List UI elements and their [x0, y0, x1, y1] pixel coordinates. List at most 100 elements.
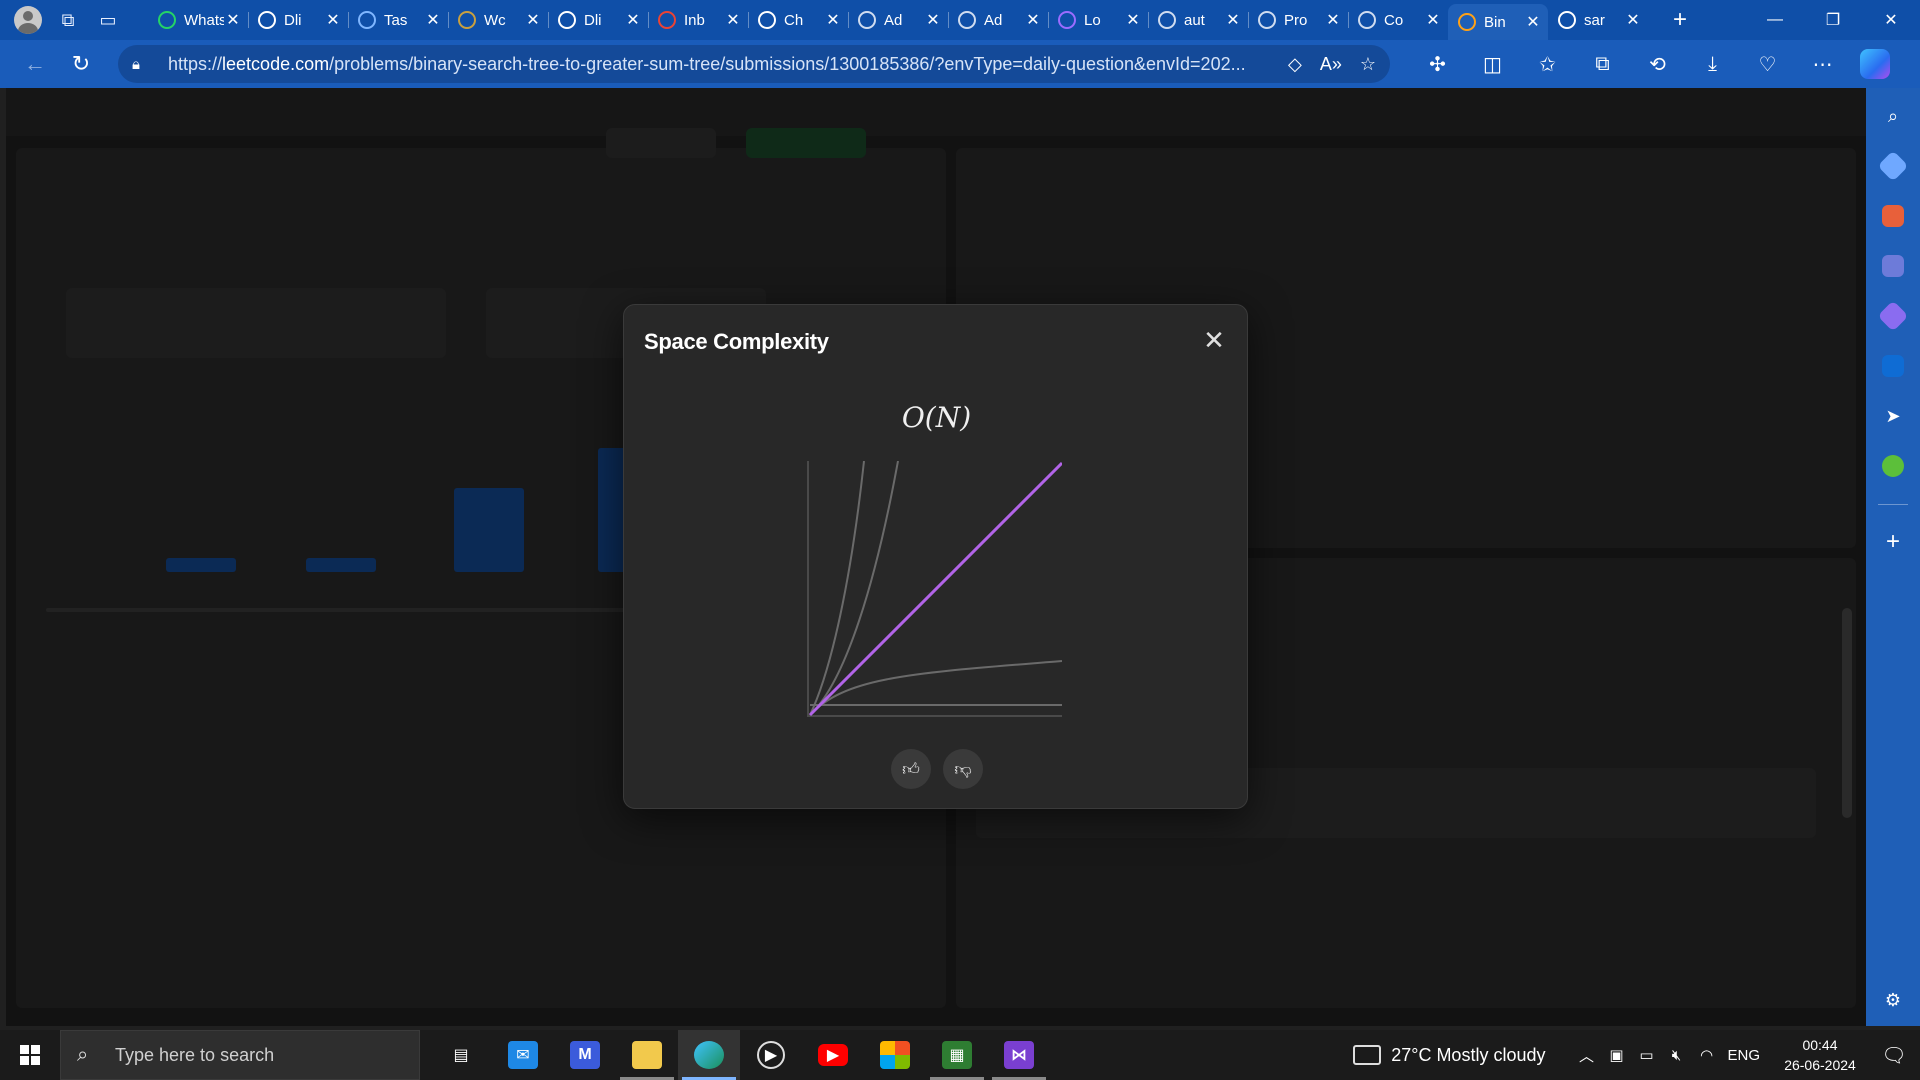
copilot-icon[interactable]: [1860, 49, 1890, 79]
task-view-icon[interactable]: ▤: [430, 1030, 492, 1080]
workspaces-icon[interactable]: ⧉: [48, 0, 88, 40]
split-screen-icon[interactable]: ◫: [1465, 44, 1520, 84]
close-window-button[interactable]: ✕: [1862, 0, 1920, 40]
close-icon[interactable]: ✕: [1024, 10, 1042, 30]
browser-tab[interactable]: Co ✕: [1348, 4, 1448, 36]
visual-studio-icon[interactable]: ⋈: [988, 1030, 1050, 1080]
browser-tab[interactable]: Ch ✕: [748, 4, 848, 36]
wifi-icon[interactable]: ◠: [1691, 1046, 1721, 1064]
close-icon[interactable]: ✕: [224, 10, 242, 30]
sidebar-tools-icon[interactable]: [1866, 196, 1920, 236]
browser-tab[interactable]: Dli ✕: [248, 4, 348, 36]
microsoft-store-icon[interactable]: [864, 1030, 926, 1080]
profile-button[interactable]: [8, 0, 48, 40]
extensions-icon[interactable]: ✣: [1410, 44, 1465, 84]
coupon-icon[interactable]: ◇: [1288, 54, 1302, 75]
sidebar-games-icon[interactable]: [1866, 246, 1920, 286]
close-icon[interactable]: ✕: [1224, 10, 1242, 30]
browser-tab[interactable]: aut ✕: [1148, 4, 1248, 36]
windows-logo-icon: [20, 1045, 40, 1065]
window-controls: — ❐ ✕: [1746, 0, 1920, 40]
read-aloud-icon[interactable]: A»: [1320, 54, 1342, 75]
new-tab-button[interactable]: +: [1658, 0, 1702, 40]
m-app-icon[interactable]: M: [554, 1030, 616, 1080]
battery-icon[interactable]: ▭: [1631, 1046, 1661, 1064]
performance-icon[interactable]: ♡: [1740, 44, 1795, 84]
minimize-button[interactable]: —: [1746, 0, 1804, 40]
close-icon[interactable]: ✕: [1624, 10, 1642, 30]
favorite-star-icon[interactable]: ☆: [1360, 54, 1376, 75]
youtube-icon[interactable]: ▶: [802, 1030, 864, 1080]
mail-app-icon[interactable]: ✉: [492, 1030, 554, 1080]
collections-icon[interactable]: ⧉: [1575, 44, 1630, 84]
back-button[interactable]: ←: [12, 44, 58, 84]
close-icon[interactable]: ✕: [824, 10, 842, 30]
file-explorer-icon[interactable]: [616, 1030, 678, 1080]
thumbs-down-icon[interactable]: 👎︎: [943, 749, 983, 789]
input-language[interactable]: ENG: [1727, 1047, 1760, 1064]
browser-tab[interactable]: Ad ✕: [948, 4, 1048, 36]
close-icon[interactable]: ✕: [924, 10, 942, 30]
address-bar[interactable]: 🔒︎ https://leetcode.com/problems/binary-…: [118, 45, 1390, 83]
browser-tab[interactable]: Wc ✕: [448, 4, 548, 36]
close-icon[interactable]: ✕: [724, 10, 742, 30]
more-menu-icon[interactable]: ⋯: [1795, 44, 1850, 84]
downloads-icon[interactable]: ⤓: [1685, 44, 1740, 84]
favorites-icon[interactable]: ✩: [1520, 44, 1575, 84]
browser-tab[interactable]: Bin ✕: [1448, 4, 1548, 40]
tab-title: Dli: [584, 11, 602, 29]
refresh-button[interactable]: ↻: [58, 44, 104, 84]
link-icon: [358, 11, 376, 29]
close-icon[interactable]: ✕: [1324, 10, 1342, 30]
start-button[interactable]: [0, 1030, 60, 1080]
sidebar-send-icon[interactable]: ➤: [1866, 396, 1920, 436]
browser-tab[interactable]: Lo ✕: [1048, 4, 1148, 36]
sidebar-outlook-icon[interactable]: [1866, 346, 1920, 386]
clock[interactable]: 00:44 26-06-2024: [1772, 1035, 1868, 1075]
close-icon[interactable]: ✕: [524, 10, 542, 30]
meet-now-icon[interactable]: ▣: [1601, 1046, 1631, 1064]
tab-title: Bin: [1484, 13, 1506, 31]
sidebar-search-icon[interactable]: ⌕: [1866, 96, 1920, 136]
notifications-icon[interactable]: 🗨︎: [1868, 1030, 1920, 1080]
tab-actions-icon[interactable]: ▭: [88, 0, 128, 40]
media-player-icon[interactable]: ▶: [740, 1030, 802, 1080]
volume-muted-icon[interactable]: 🔇︎: [1661, 1047, 1691, 1064]
sidebar-copilot-icon[interactable]: [1866, 296, 1920, 336]
sidebar-shopping-icon[interactable]: [1866, 146, 1920, 186]
close-icon[interactable]: ✕: [1124, 10, 1142, 30]
tray-overflow-chevron-icon[interactable]: ︿: [1571, 1045, 1601, 1066]
close-icon[interactable]: ✕: [1199, 325, 1229, 355]
browser-tab[interactable]: Inb ✕: [648, 4, 748, 36]
document-icon: [1158, 11, 1176, 29]
taskbar-search-box[interactable]: ⌕ Type here to search: [60, 1030, 420, 1080]
browser-toolbar: ← ↻ 🔒︎ https://leetcode.com/problems/bin…: [0, 40, 1920, 88]
sidebar-add-icon[interactable]: +: [1866, 522, 1920, 562]
close-icon[interactable]: ✕: [1524, 12, 1542, 32]
weather-widget[interactable]: 27°C Mostly cloudy: [1353, 1045, 1545, 1066]
sidebar-settings-icon[interactable]: ⚙: [1866, 980, 1920, 1020]
browser-tab[interactable]: Pro ✕: [1248, 4, 1348, 36]
thumbs-up-icon[interactable]: 👍︎: [891, 749, 931, 789]
tab-title: Dli: [284, 11, 302, 29]
sidebar-tree-icon[interactable]: [1866, 446, 1920, 486]
browser-tab[interactable]: Tas ✕: [348, 4, 448, 36]
system-tray: 27°C Mostly cloudy ︿ ▣ ▭ 🔇︎ ◠ ENG 00:44 …: [1353, 1030, 1920, 1080]
weather-icon: [1353, 1045, 1382, 1065]
tab-title: Ad: [884, 11, 903, 29]
spreadsheet-app-icon[interactable]: ▦: [926, 1030, 988, 1080]
edge-browser-icon[interactable]: [678, 1030, 740, 1080]
close-icon[interactable]: ✕: [424, 10, 442, 30]
browser-tab[interactable]: sar ✕: [1548, 4, 1648, 36]
close-icon[interactable]: ✕: [1424, 10, 1442, 30]
close-icon[interactable]: ✕: [324, 10, 342, 30]
github-icon: [558, 11, 576, 29]
close-icon[interactable]: ✕: [624, 10, 642, 30]
github-icon: [1558, 11, 1576, 29]
browser-tab[interactable]: Ad ✕: [848, 4, 948, 36]
history-icon[interactable]: ⟲: [1630, 44, 1685, 84]
browser-tab[interactable]: WhatsApp✕: [148, 4, 248, 36]
browser-tab[interactable]: Dli ✕: [548, 4, 648, 36]
restore-button[interactable]: ❐: [1804, 0, 1862, 40]
tab-title: Wc: [484, 11, 506, 29]
